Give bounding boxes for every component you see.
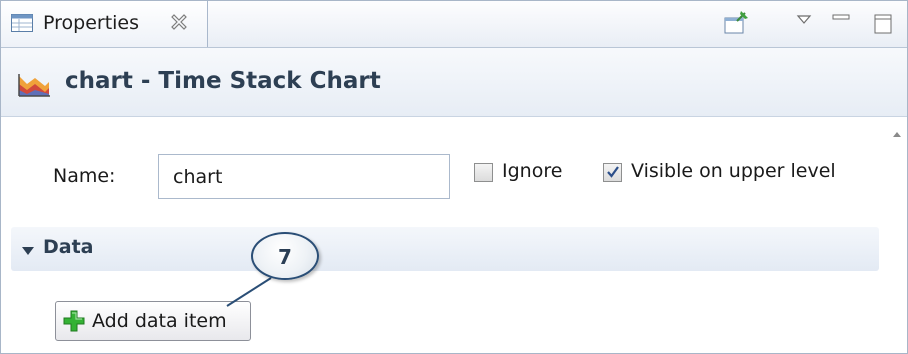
add-data-item-label: Add data item <box>92 310 227 332</box>
maximize-icon[interactable] <box>871 9 897 37</box>
view-toolbar: Properties <box>1 1 907 48</box>
scroll-up-icon[interactable] <box>889 127 905 143</box>
page-title: chart - Time Stack Chart <box>65 68 381 94</box>
name-label: Name: <box>53 165 116 187</box>
section-title[interactable]: Data <box>43 236 94 258</box>
ignore-checkbox[interactable] <box>474 163 493 182</box>
tab-properties[interactable]: Properties <box>1 1 208 47</box>
properties-content: Name: Ignore Visible on upper level Data <box>1 117 907 353</box>
callout-number: 7 <box>278 245 292 269</box>
time-stack-chart-icon <box>17 72 51 98</box>
close-icon[interactable] <box>169 12 189 32</box>
ignore-label[interactable]: Ignore <box>502 160 562 182</box>
properties-view: Properties chart - Time Stack Chart Name… <box>0 0 908 354</box>
visible-label[interactable]: Visible on upper level <box>631 160 836 182</box>
data-section-header[interactable] <box>11 227 879 271</box>
view-menu-icon[interactable] <box>793 9 819 37</box>
pin-icon[interactable] <box>723 9 749 37</box>
add-icon <box>63 310 85 332</box>
properties-icon <box>11 14 33 32</box>
collapse-icon[interactable] <box>21 242 35 255</box>
callout-badge: 7 <box>251 232 319 280</box>
name-field[interactable] <box>158 154 450 199</box>
add-data-item-button[interactable]: Add data item <box>55 301 251 341</box>
minimize-icon[interactable] <box>829 9 855 37</box>
properties-header: chart - Time Stack Chart <box>1 48 907 117</box>
visible-checkbox[interactable] <box>603 163 622 182</box>
tab-label: Properties <box>43 12 140 34</box>
